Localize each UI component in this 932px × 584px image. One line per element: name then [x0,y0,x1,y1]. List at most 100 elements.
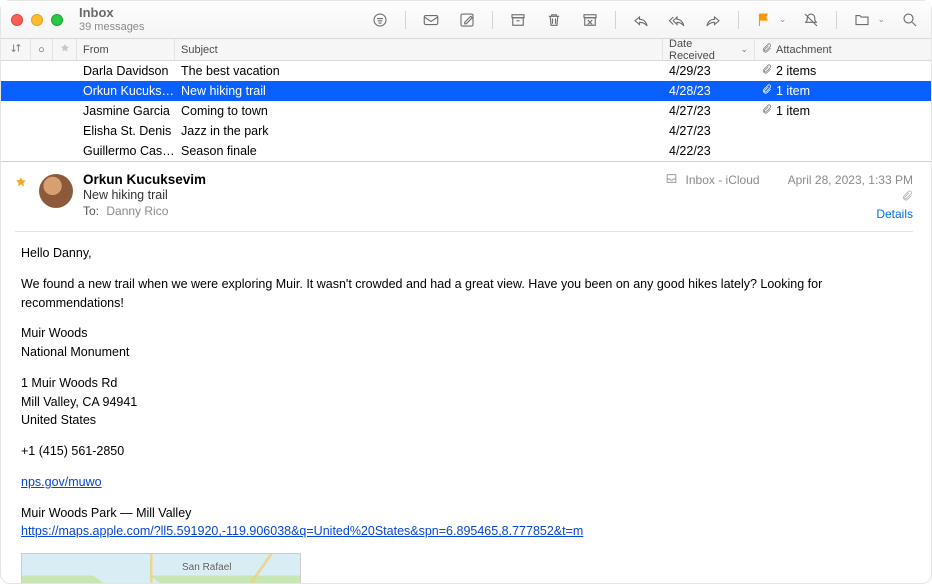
toolbar-separator [738,11,739,29]
paperclip-icon [761,64,772,78]
row-attachment: 1 item [755,104,931,118]
paperclip-icon [761,84,772,98]
toolbar-separator [492,11,493,29]
to-value: Danny Rico [106,204,168,218]
date-header-label: Date Received [669,38,736,62]
chevron-down-icon: ⌄ [740,44,748,55]
attachment-indicator-icon [901,190,913,205]
preview-header: Orkun Kucuksevim New hiking trail To: Da… [15,172,913,221]
row-from: Jasmine Garcia [77,104,175,118]
search-icon[interactable] [899,9,921,31]
mailbox-title: Inbox [79,6,144,21]
body-greeting: Hello Danny, [21,244,913,263]
minimize-window-button[interactable] [31,14,43,26]
address-line-2: Mill Valley, CA 94941 [21,393,913,412]
message-row[interactable]: Guillermo Cas…Season finale4/22/23 [1,141,931,161]
row-from: Elisha St. Denis [77,124,175,138]
paperclip-icon [761,43,772,57]
message-body: Hello Danny, We found a new trail when w… [15,244,913,583]
preview-meta: Orkun Kucuksevim New hiking trail To: Da… [83,172,655,221]
from-header-label: From [83,44,109,56]
toolbar-separator [615,11,616,29]
map-link-block: Muir Woods Park — Mill Valley https://ma… [21,504,913,542]
flag-column[interactable] [53,39,77,60]
row-subject: Coming to town [175,104,663,118]
sort-column[interactable] [1,39,31,60]
place-name: Muir Woods [21,324,913,343]
zoom-window-button[interactable] [51,14,63,26]
mailbox-label: Inbox - iCloud [686,173,760,187]
row-from: Guillermo Cas… [77,144,175,158]
row-date: 4/28/23 [663,84,755,98]
attachment-column[interactable]: Attachment [755,39,931,60]
sender-name: Orkun Kucuksevim [83,172,655,187]
filter-icon[interactable] [369,9,391,31]
toolbar-separator [836,11,837,29]
row-subject: The best vacation [175,64,663,78]
subject-column[interactable]: Subject [175,39,663,60]
flag-star-icon[interactable] [15,172,29,221]
column-headers: ○ From Subject Date Received ⌄ Attachment [1,39,931,61]
preview-right: Inbox - iCloud April 28, 2023, 1:33 PM D… [665,172,913,221]
address-line-1: 1 Muir Woods Rd [21,374,913,393]
row-date: 4/29/23 [663,64,755,78]
preview-separator [15,231,913,232]
archive-icon[interactable] [507,9,529,31]
row-date: 4/27/23 [663,104,755,118]
row-subject: New hiking trail [175,84,663,98]
close-window-button[interactable] [11,14,23,26]
preview-subject: New hiking trail [83,188,655,202]
details-link[interactable]: Details [876,207,913,221]
sender-avatar[interactable] [39,174,73,208]
website-link[interactable]: nps.gov/muwo [21,475,102,489]
date-column[interactable]: Date Received ⌄ [663,39,755,60]
window-title: Inbox 39 messages [79,6,144,34]
recipient-line: To: Danny Rico [83,204,655,218]
move-icon[interactable] [851,9,873,31]
row-attachment: 2 items [755,64,931,78]
window-controls [11,14,63,26]
message-row[interactable]: Elisha St. DenisJazz in the park4/27/23 [1,121,931,141]
mail-icon[interactable] [420,9,442,31]
toolbar: ⌄ ⌄ [369,9,921,31]
address-line-3: United States [21,411,913,430]
mailbox-icon [665,172,678,188]
row-from: Orkun Kucuks… [77,84,175,98]
attachment-header-label: Attachment [776,44,832,56]
from-column[interactable]: From [77,39,175,60]
trash-icon[interactable] [543,9,565,31]
address-block: 1 Muir Woods Rd Mill Valley, CA 94941 Un… [21,374,913,430]
row-from: Darla Davidson [77,64,175,78]
row-attachment: 1 item [755,84,931,98]
row-subject: Jazz in the park [175,124,663,138]
reply-all-icon[interactable] [666,9,688,31]
junk-icon[interactable] [579,9,601,31]
preview-pane: Orkun Kucuksevim New hiking trail To: Da… [1,161,931,583]
move-dropdown-icon[interactable]: ⌄ [877,14,885,25]
message-count: 39 messages [79,21,144,34]
body-paragraph: We found a new trail when we were explor… [21,275,913,313]
place-line: Muir Woods Park — Mill Valley [21,504,913,523]
subject-header-label: Subject [181,44,218,56]
maps-link[interactable]: https://maps.apple.com/?ll5.591920,-119.… [21,524,583,538]
map-label: San Rafael [182,560,231,575]
phone-number: +1 (415) 561-2850 [21,442,913,461]
message-row[interactable]: Jasmine GarciaComing to town4/27/231 ite… [1,101,931,121]
message-datetime: April 28, 2023, 1:33 PM [788,173,913,187]
place-block: Muir Woods National Monument [21,324,913,362]
message-row[interactable]: Orkun Kucuks…New hiking trail4/28/231 it… [1,81,931,101]
map-preview[interactable]: San Rafael Mill V Sausalito San Francisc… [21,553,301,583]
unread-column[interactable]: ○ [31,39,53,60]
place-subtitle: National Monument [21,343,913,362]
message-list: Darla DavidsonThe best vacation4/29/232 … [1,61,931,161]
to-label: To: [83,204,99,218]
forward-icon[interactable] [702,9,724,31]
reply-icon[interactable] [630,9,652,31]
message-row[interactable]: Darla DavidsonThe best vacation4/29/232 … [1,61,931,81]
compose-icon[interactable] [456,9,478,31]
paperclip-icon [761,104,772,118]
row-date: 4/22/23 [663,144,755,158]
mute-icon[interactable] [800,9,822,31]
flag-dropdown-icon[interactable]: ⌄ [779,14,787,25]
flag-icon[interactable] [753,9,775,31]
